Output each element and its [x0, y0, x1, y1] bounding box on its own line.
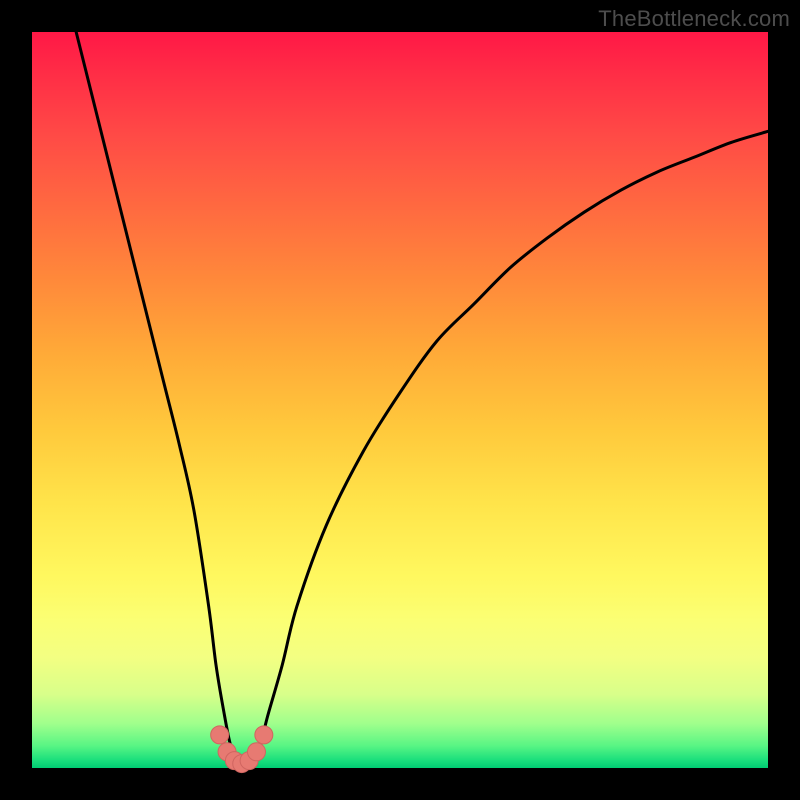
watermark-text: TheBottleneck.com [598, 6, 790, 32]
valley-marker [255, 726, 273, 744]
chart-frame: TheBottleneck.com [0, 0, 800, 800]
valley-marker [247, 743, 265, 761]
plot-area [32, 32, 768, 768]
valley-marker [211, 726, 229, 744]
curve-svg [32, 32, 768, 768]
valley-markers [211, 726, 273, 773]
bottleneck-curve [76, 32, 768, 764]
